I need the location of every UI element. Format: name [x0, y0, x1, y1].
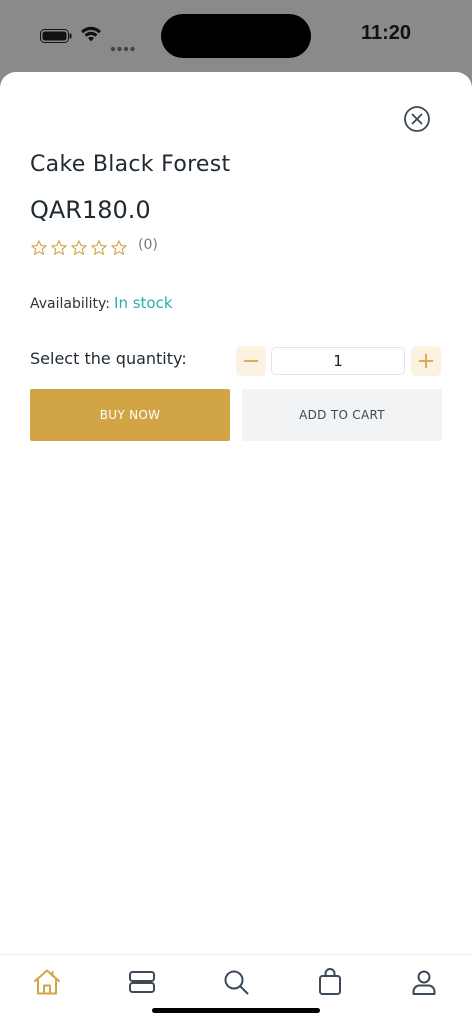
close-circle-icon [403, 105, 431, 133]
nav-account[interactable] [409, 967, 439, 997]
star-outline-icon [70, 239, 88, 257]
add-to-cart-button[interactable]: ADD TO CART [242, 389, 442, 441]
search-icon [221, 967, 251, 997]
rating-count: (0) [138, 237, 158, 253]
quantity-label: Select the quantity: [30, 349, 187, 368]
bottom-nav [0, 954, 472, 1024]
minus-icon [242, 352, 260, 370]
screen: 11:20 Cake Black Forest QAR180.0 (0) Ava… [0, 0, 472, 1024]
star-outline-icon [110, 239, 128, 257]
battery-icon [40, 28, 72, 43]
star-outline-icon [50, 239, 68, 257]
home-icon [32, 967, 62, 997]
star-outline-icon [90, 239, 108, 257]
availability-label: Availability: [30, 296, 111, 312]
dynamic-island [161, 14, 311, 58]
wifi-icon [80, 25, 102, 43]
quantity-increase-button[interactable] [411, 346, 441, 376]
close-button[interactable] [403, 105, 431, 133]
shopping-bag-icon [315, 967, 345, 997]
star-outline-icon [30, 239, 48, 257]
signal-icon [110, 37, 136, 52]
product-price: QAR180.0 [30, 196, 151, 224]
product-title: Cake Black Forest [30, 152, 231, 177]
plus-icon [417, 352, 435, 370]
nav-categories[interactable] [127, 967, 157, 997]
home-indicator [152, 1008, 320, 1013]
nav-home[interactable] [32, 967, 62, 997]
availability-value: In stock [114, 294, 173, 312]
status-bar: 11:20 [0, 0, 472, 72]
quantity-input[interactable] [271, 347, 405, 375]
user-icon [409, 967, 439, 997]
categories-icon [127, 967, 157, 997]
availability: Availability: In stock [30, 294, 173, 312]
nav-cart[interactable] [315, 967, 345, 997]
quantity-decrease-button[interactable] [236, 346, 266, 376]
product-sheet: Cake Black Forest QAR180.0 (0) Availabil… [0, 72, 472, 1024]
status-time: 11:20 [360, 22, 412, 44]
nav-search[interactable] [221, 967, 251, 997]
rating: (0) [30, 237, 158, 259]
buy-now-button[interactable]: BUY NOW [30, 389, 230, 441]
